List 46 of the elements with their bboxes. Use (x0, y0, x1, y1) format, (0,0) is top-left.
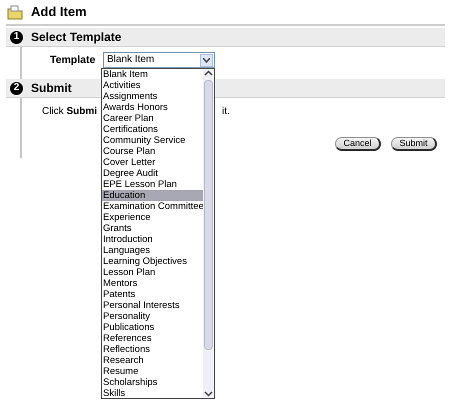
dropdown-option[interactable]: Blank Item (102, 69, 203, 80)
dropdown-option[interactable]: Course Plan (102, 146, 203, 157)
template-label: Template (50, 53, 96, 68)
scroll-down-icon[interactable] (204, 389, 213, 398)
step-number: 1 (10, 30, 23, 44)
dropdown-option[interactable]: Learning Objectives (102, 256, 203, 267)
template-select[interactable]: Blank Item (103, 52, 215, 68)
instruction-text: Click Submi (42, 105, 98, 119)
dropdown-option[interactable]: Skills (102, 388, 203, 399)
dropdown-option[interactable]: Experience (102, 212, 203, 223)
form-button[interactable]: Cancel (335, 137, 381, 151)
step-title: Submit (31, 80, 72, 97)
dropdown-option[interactable]: Examination Committee (102, 201, 203, 212)
dropdown-option[interactable]: EPE Lesson Plan (102, 179, 203, 190)
dropdown-option[interactable]: Mentors (102, 278, 203, 289)
dropdown-option[interactable]: Patents (102, 289, 203, 300)
dropdown-option[interactable]: Resume (102, 366, 203, 377)
scrollbar[interactable] (203, 69, 214, 398)
dropdown-option[interactable]: Awards Honors (102, 102, 203, 113)
step-title: Select Template (31, 29, 122, 46)
folder-icon (7, 4, 23, 20)
dropdown-option[interactable]: Introduction (102, 234, 203, 245)
dropdown-option[interactable]: Lesson Plan (102, 267, 203, 278)
dropdown-option[interactable]: Career Plan (102, 113, 203, 124)
dropdown-option[interactable]: Reflections (102, 344, 203, 355)
dropdown-option[interactable]: Activities (102, 80, 203, 91)
dropdown-option[interactable]: Languages (102, 245, 203, 256)
dropdown-option[interactable]: Community Service (102, 135, 203, 146)
instruction-text: it. (222, 105, 230, 119)
scrollbar-thumb[interactable] (204, 80, 213, 350)
scroll-up-icon[interactable] (204, 69, 213, 78)
dropdown-option[interactable]: Publications (102, 322, 203, 333)
dropdown-option[interactable]: Grants (102, 223, 203, 234)
form-button[interactable]: Submit (391, 137, 437, 151)
dropdown-option[interactable]: Scholarships (102, 377, 203, 388)
dropdown-option[interactable]: Research (102, 355, 203, 366)
dropdown-option[interactable]: Certifications (102, 124, 203, 135)
dropdown-option[interactable]: Degree Audit (102, 168, 203, 179)
dropdown-option[interactable]: Cover Letter (102, 157, 203, 168)
dropdown-option[interactable]: Personality (102, 311, 203, 322)
page-title: Add Item (31, 3, 87, 22)
dropdown-option[interactable]: References (102, 333, 203, 344)
dropdown-option[interactable]: Personal Interests (102, 300, 203, 311)
dropdown-option[interactable]: Assignments (102, 91, 203, 102)
step-number: 2 (10, 82, 23, 94)
dropdown-option[interactable]: Education (102, 190, 203, 201)
